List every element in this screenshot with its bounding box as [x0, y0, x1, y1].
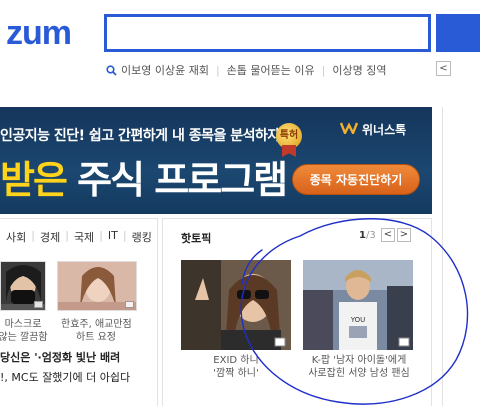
- news-headline[interactable]: !, MC도 잘했기에 더 아쉽다: [0, 369, 130, 385]
- tab-world[interactable]: 국제: [74, 229, 94, 245]
- divider: |: [122, 229, 127, 242]
- caption-line: EXID 하니: [213, 355, 259, 366]
- search-button[interactable]: [436, 14, 480, 52]
- news-thumb-caption[interactable]: 한효주, 애교만점 하트 요정: [61, 318, 132, 344]
- caption-line: '깜짝 하니': [213, 368, 259, 379]
- pager-total: /3: [365, 230, 376, 241]
- brand-logo: 위너스톡: [339, 121, 407, 138]
- search-input[interactable]: [104, 14, 431, 52]
- camera-icon: [125, 301, 134, 308]
- divider: |: [321, 63, 326, 77]
- hot-keyword-2[interactable]: 손톱 물어뜯는 이유: [227, 62, 315, 78]
- banner-title-yellow: 받은: [0, 158, 68, 202]
- banner-headline: 인공지능 진단! 쉽고 간편하게 내 종목을 분석하자!: [0, 128, 286, 144]
- hot-keyword-bar: 이보영 이상윤 재회 | 손톱 물어뜯는 이유 | 이상명 징역: [106, 62, 386, 78]
- banner-title-white: 주식 프로그램: [77, 158, 288, 202]
- tab-it[interactable]: IT: [108, 229, 118, 245]
- brand-name: 위너스톡: [362, 123, 407, 137]
- divider: [442, 107, 443, 406]
- news-thumb-caption[interactable]: 마스크로 않는 깔끔함: [0, 318, 58, 344]
- w-logo-icon: [339, 122, 359, 137]
- pager-current: 1: [359, 230, 366, 241]
- hot-topic-image[interactable]: YOU: [303, 260, 413, 350]
- caption-line: 하트 요정: [76, 332, 116, 343]
- hot-topic-panel: 핫토픽 1/3 < > EXID 하니 '깜짝 하니' YOU K-팝 '남자 …: [162, 218, 432, 406]
- news-headline[interactable]: 당신은 '·엄정화 빛난 배려: [0, 349, 120, 365]
- news-thumbnail[interactable]: [57, 261, 137, 311]
- divider: |: [65, 229, 69, 242]
- hot-topic-caption[interactable]: EXID 하니 '깜짝 하니': [181, 354, 291, 380]
- tab-society[interactable]: 사회: [6, 229, 26, 245]
- caption-line: 않는 깔끔함: [0, 332, 48, 343]
- caption-line: 마스크로: [4, 319, 42, 330]
- tab-ranking[interactable]: 랭킹: [132, 229, 152, 245]
- tab-economy[interactable]: 경제: [40, 229, 60, 245]
- news-tabs: 사회 | 경제 | 국제 | IT | 랭킹: [6, 229, 152, 245]
- svg-text:YOU: YOU: [350, 316, 366, 324]
- news-panel: 사회 | 경제 | 국제 | IT | 랭킹 마스크로 않는 깔끔함 한효주, …: [0, 218, 158, 406]
- caption-line: 한효주, 애교만점: [61, 319, 132, 330]
- hot-topic-image[interactable]: [181, 260, 291, 350]
- divider: |: [215, 63, 220, 77]
- news-thumbnail[interactable]: [0, 261, 46, 311]
- diagnose-button[interactable]: 종목 자동진단하기: [292, 164, 420, 195]
- caption-line: K-팝 '남자 아이돌'에게: [311, 355, 407, 366]
- caption-line: 사로잡힌 서양 남성 팬심: [308, 368, 410, 379]
- keyword-prev-button[interactable]: <: [436, 61, 451, 76]
- divider: |: [99, 229, 103, 242]
- hot-keyword-1[interactable]: 이보영 이상윤 재회: [121, 62, 209, 78]
- banner-title: 받은 주식 프로그램: [0, 149, 288, 204]
- divider: |: [31, 229, 35, 242]
- hot-keyword-3[interactable]: 이상명 징역: [332, 62, 386, 78]
- hot-topic-pager: 1/3: [359, 230, 376, 241]
- camera-icon: [34, 301, 43, 308]
- hot-topic-next-button[interactable]: >: [397, 228, 411, 242]
- zum-logo[interactable]: zum: [6, 14, 72, 53]
- hot-topic-caption[interactable]: K-팝 '남자 아이돌'에게 사로잡힌 서양 남성 팬심: [299, 354, 419, 380]
- search-icon: [106, 64, 117, 76]
- hot-topic-prev-button[interactable]: <: [381, 228, 395, 242]
- hot-topic-title: 핫토픽: [181, 232, 212, 245]
- ad-banner[interactable]: 인공지능 진단! 쉽고 간편하게 내 종목을 분석하자! 특허 받은 주식 프로…: [0, 107, 432, 214]
